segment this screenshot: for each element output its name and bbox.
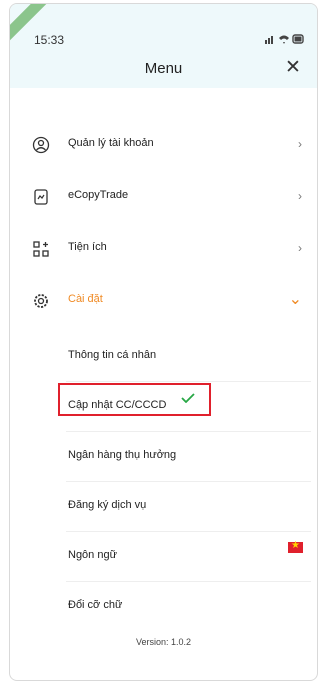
page-title: Menu [144,60,183,77]
menu-item-ecopytrade[interactable]: eCopyTrade › [10,176,317,228]
user-circle-icon [32,136,50,154]
close-button[interactable]: ✕ [281,56,305,80]
menu-item-label: Tiện ích [68,241,107,253]
system-status-icons [265,34,304,44]
settings-item-service-registration[interactable]: Đăng ký dịch vụ [10,482,317,532]
status-time: 15:33 [34,33,65,47]
settings-item-language[interactable]: Ngôn ngữ [10,532,317,582]
settings-item-label: Thông tin cá nhân [68,349,157,361]
menu-item-label: Cài đặt [68,293,103,305]
app-version: Version: 1.0.2 [135,637,192,647]
chevron-right-icon: › [298,189,302,203]
signal-icon [265,36,273,44]
menu-item-settings[interactable]: Cài đặt ⌄ [10,280,317,332]
gear-icon [34,294,48,308]
status-bar: 15:33 Menu ✕ [10,4,317,88]
settings-item-label: Đăng ký dịch vụ [68,499,147,511]
wifi-icon [279,35,289,44]
menu-item-label: eCopyTrade [68,189,129,201]
settings-item-font-size[interactable]: Đổi cỡ chữ [10,582,317,632]
settings-item-label: Ngôn ngữ [68,549,117,561]
chevron-down-icon: ⌄ [288,291,302,308]
chevron-right-icon: › [298,137,302,151]
settings-item-beneficiary-bank[interactable]: Ngân hàng thụ hưởng [10,432,317,482]
chevron-right-icon: › [298,241,302,255]
vietnam-flag-icon: ★ [288,540,303,553]
check-icon [181,393,195,403]
settings-item-label: Đổi cỡ chữ [68,599,123,611]
phone-screen: 15:33 Menu ✕ Quản lý tài khoản › eCopyTr… [9,3,318,681]
apps-icon [33,241,49,257]
settings-item-label: Ngân hàng thụ hưởng [68,449,177,461]
menu-item-utilities[interactable]: Tiện ích › [10,228,317,280]
settings-item-personal-info[interactable]: Thông tin cá nhân [10,332,317,382]
copy-trade-icon [34,189,48,205]
menu-item-label: Quản lý tài khoản [68,137,154,149]
menu-item-account[interactable]: Quản lý tài khoản › [10,124,317,176]
